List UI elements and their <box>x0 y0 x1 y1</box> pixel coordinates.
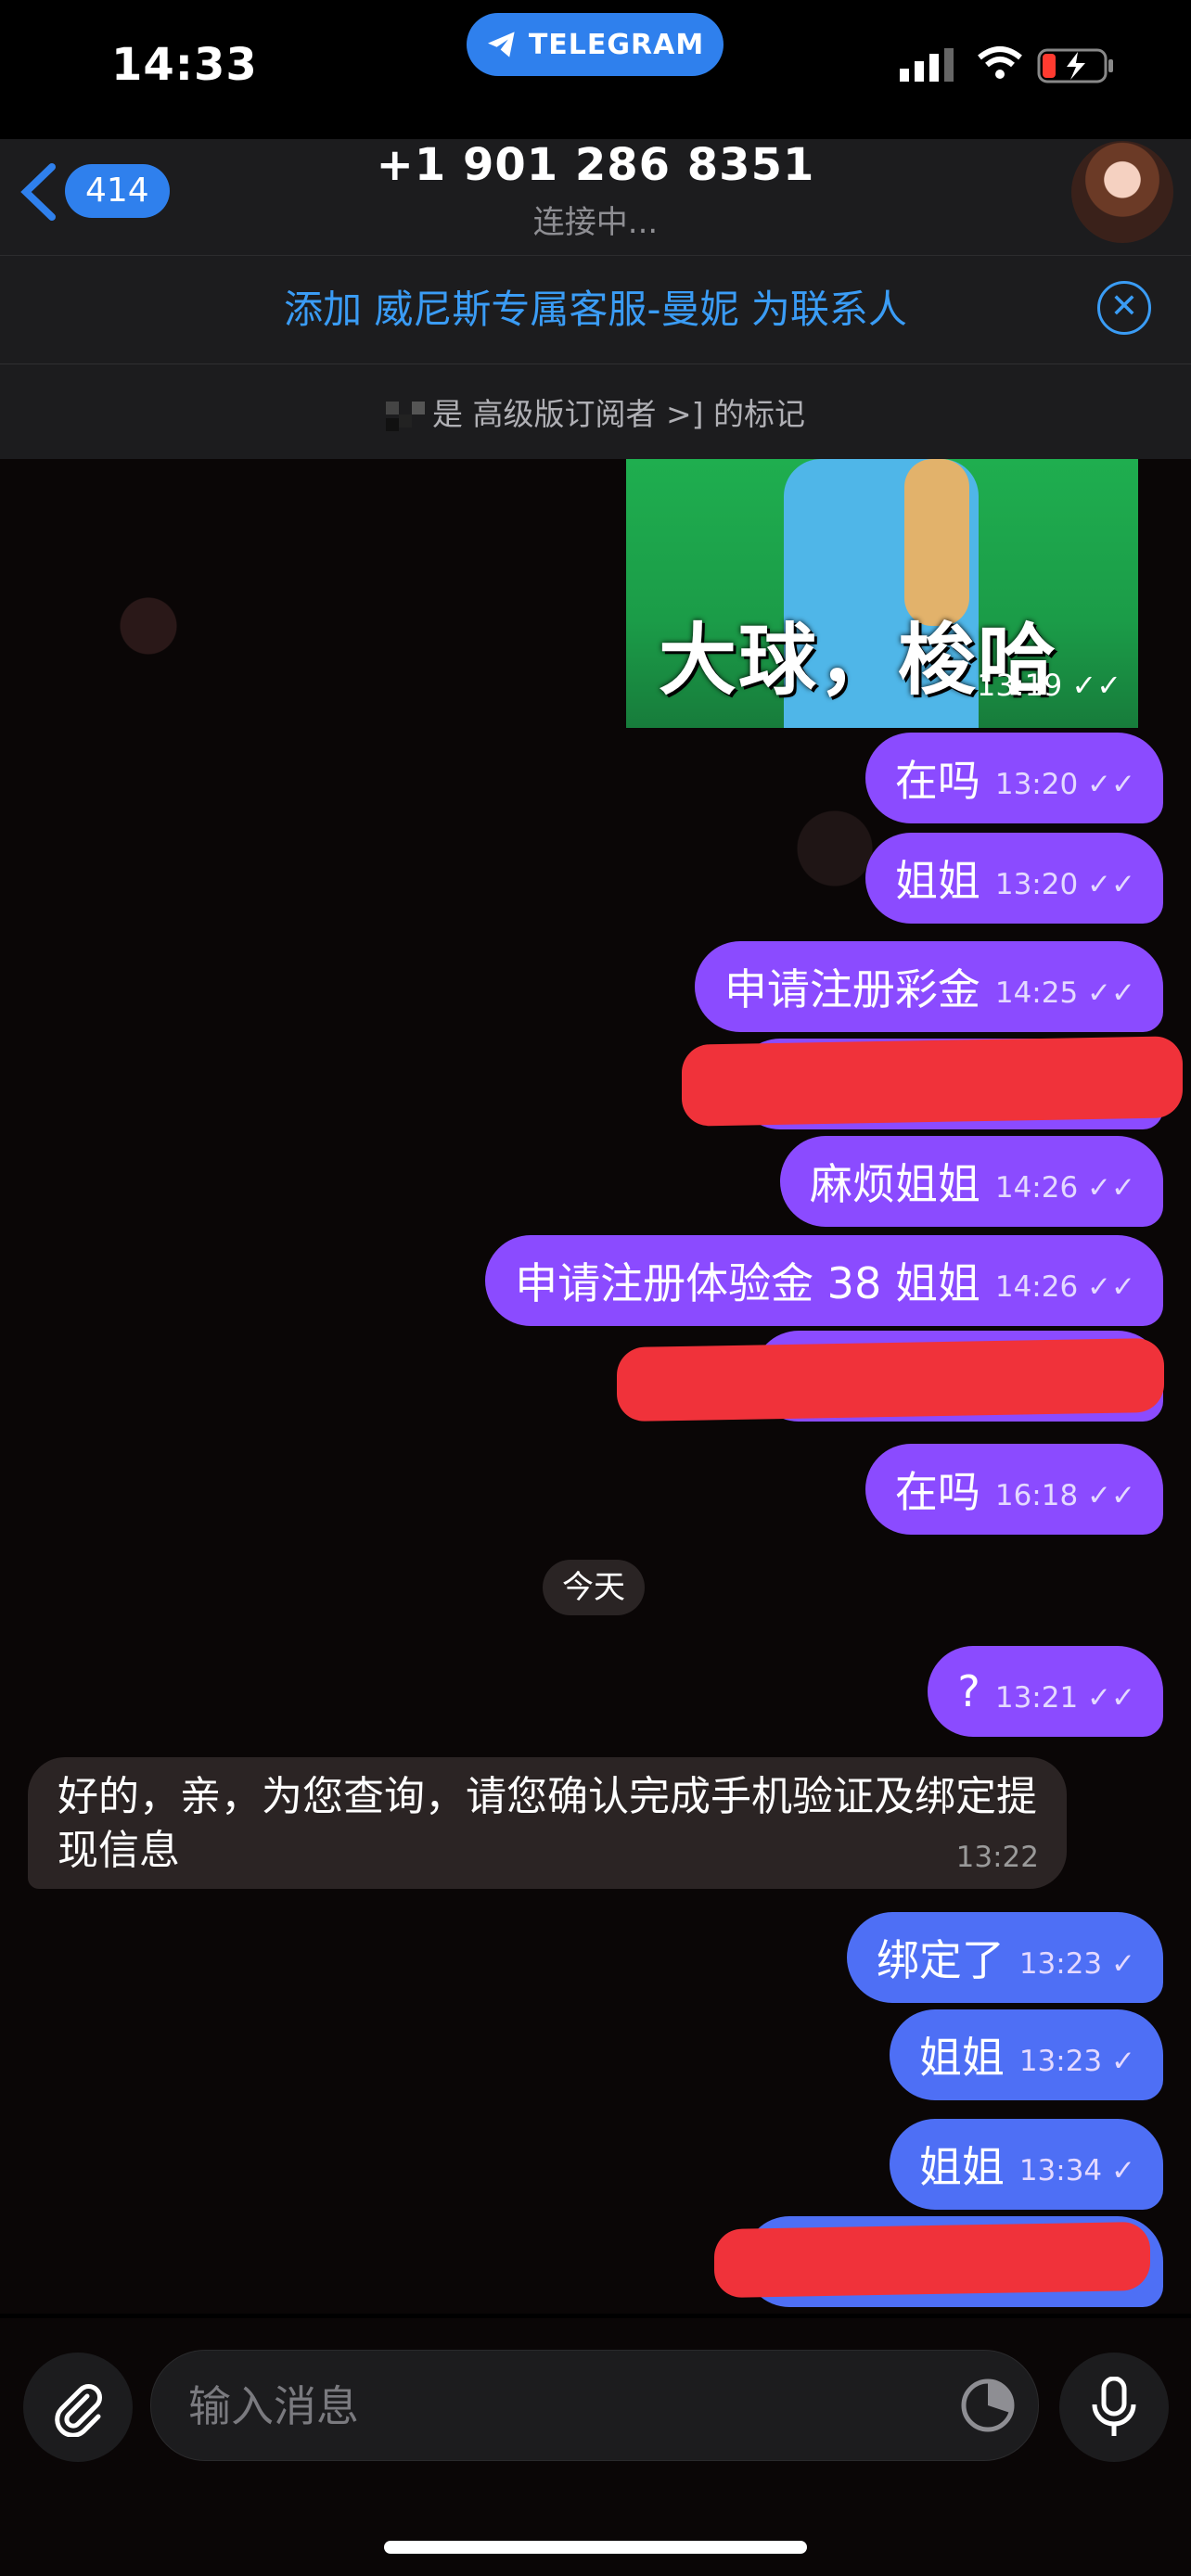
premium-badge-icon <box>386 401 425 431</box>
add-contact-link[interactable]: 添加 威尼斯专属客服-曼妮 为联系人 <box>0 278 1191 335</box>
message-text: 麻烦姐姐 <box>809 1159 980 1209</box>
message-input-container[interactable] <box>150 2350 1039 2462</box>
message-time: 14:26 ✓✓ <box>994 1171 1135 1205</box>
message-time: 14:26 ✓✓ <box>994 1270 1135 1304</box>
message-bubble[interactable]: 在吗 13:20 ✓✓ <box>864 733 1163 823</box>
message-time-text: 14:25 <box>994 976 1079 1010</box>
message-text: 绑定了 <box>876 1935 1005 1985</box>
message-bubble[interactable]: 麻烦姐姐 14:26 ✓✓ <box>779 1136 1163 1227</box>
message-time-text: 13:34 <box>1018 2154 1103 2187</box>
voice-record-button[interactable] <box>1059 2353 1169 2462</box>
chat-title[interactable]: +1 901 286 8351 <box>0 139 1191 191</box>
message-time: 16:18 ✓✓ <box>994 1479 1135 1512</box>
message-bubble[interactable]: ? 13:21 ✓✓ <box>928 1646 1163 1737</box>
message-text: 姐姐 <box>918 2033 1005 2083</box>
battery-icon <box>1037 48 1113 83</box>
message-time-text: 16:18 <box>994 1479 1079 1512</box>
message-bubble[interactable]: 姐姐 13:23 ✓ <box>889 2009 1163 2100</box>
telegram-icon <box>487 32 515 57</box>
sticker-icon[interactable] <box>960 2378 1016 2433</box>
connection-status: 连接中... <box>532 204 659 241</box>
redaction-mark <box>714 2221 1150 2299</box>
telegram-pill-label: TELEGRAM <box>528 28 705 61</box>
banner-divider <box>0 363 1191 364</box>
message-time: 14:25 ✓✓ <box>994 976 1135 1010</box>
message-input[interactable] <box>186 2351 914 2462</box>
message-bubble[interactable]: 在吗 16:18 ✓✓ <box>864 1444 1163 1535</box>
message-text: 在吗 <box>894 756 980 806</box>
message-bubble[interactable]: 申请注册彩金 14:25 ✓✓ <box>694 941 1163 1032</box>
redaction-mark <box>617 1337 1164 1422</box>
message-time: 13:20 ✓✓ <box>994 868 1135 901</box>
message-text: 申请注册彩金 <box>724 964 980 1014</box>
message-time-text: 13:21 <box>994 1681 1079 1715</box>
message-time-text: 13:20 <box>994 768 1079 801</box>
video-time-text: 13:19 <box>976 668 1063 703</box>
message-text: 在吗 <box>894 1467 980 1517</box>
message-time: 13:21 ✓✓ <box>994 1681 1135 1715</box>
incoming-message-time: 13:22 <box>955 1841 1039 1874</box>
message-time-text: 13:23 <box>1018 1947 1103 1981</box>
message-text: ? <box>957 1666 980 1716</box>
wifi-icon <box>978 46 1022 79</box>
message-bubble[interactable]: 申请注册体验金 38 姐姐 14:26 ✓✓ <box>485 1235 1163 1326</box>
microphone-icon <box>1092 2377 1136 2436</box>
date-separator: 今天 <box>543 1560 645 1615</box>
message-time: 13:23 ✓ <box>1018 2045 1135 2078</box>
message-time-text: 14:26 <box>994 1270 1079 1304</box>
video-message[interactable]: 大球，梭哈 13:19 ✓✓ <box>626 459 1138 728</box>
avatar[interactable] <box>1071 141 1173 243</box>
message-text: 姐姐 <box>894 856 980 906</box>
message-time: 13:34 ✓ <box>1018 2154 1135 2187</box>
paperclip-icon <box>55 2384 102 2437</box>
incoming-message-bubble[interactable]: 好的，亲，为您查询，请您确认完成手机验证及绑定提现信息 13:22 <box>28 1757 1067 1889</box>
message-bubble[interactable]: 姐姐 13:34 ✓ <box>889 2119 1163 2210</box>
message-time: 13:20 ✓✓ <box>994 768 1135 801</box>
incoming-message-text: 好的，亲，为您查询，请您确认完成手机验证及绑定提现信息 <box>58 1773 1037 1874</box>
close-banner-icon[interactable]: ✕ <box>1097 281 1151 335</box>
redaction-mark <box>682 1036 1183 1127</box>
message-time: 13:23 ✓ <box>1018 1947 1135 1981</box>
message-time-text: 13:23 <box>1018 2045 1103 2078</box>
signal-icon <box>900 48 954 82</box>
status-time: 14:33 <box>111 39 258 91</box>
video-time: 13:19 ✓✓ <box>976 668 1121 703</box>
message-text: 申请注册体验金 38 姐姐 <box>515 1258 980 1308</box>
attach-button[interactable] <box>23 2353 133 2462</box>
premium-note-text: 是 高级版订阅者 >] 的标记 <box>432 396 805 432</box>
home-indicator[interactable] <box>384 2541 807 2554</box>
message-bubble[interactable]: 绑定了 13:23 ✓ <box>846 1912 1163 2003</box>
message-time-text: 14:26 <box>994 1171 1079 1205</box>
telegram-pill[interactable]: TELEGRAM <box>467 13 724 76</box>
message-text: 姐姐 <box>918 2142 1005 2192</box>
premium-note: 是 高级版订阅者 >] 的标记 <box>0 389 1191 434</box>
message-time-text: 13:20 <box>994 868 1079 901</box>
message-bubble[interactable]: 姐姐 13:20 ✓✓ <box>864 833 1163 924</box>
